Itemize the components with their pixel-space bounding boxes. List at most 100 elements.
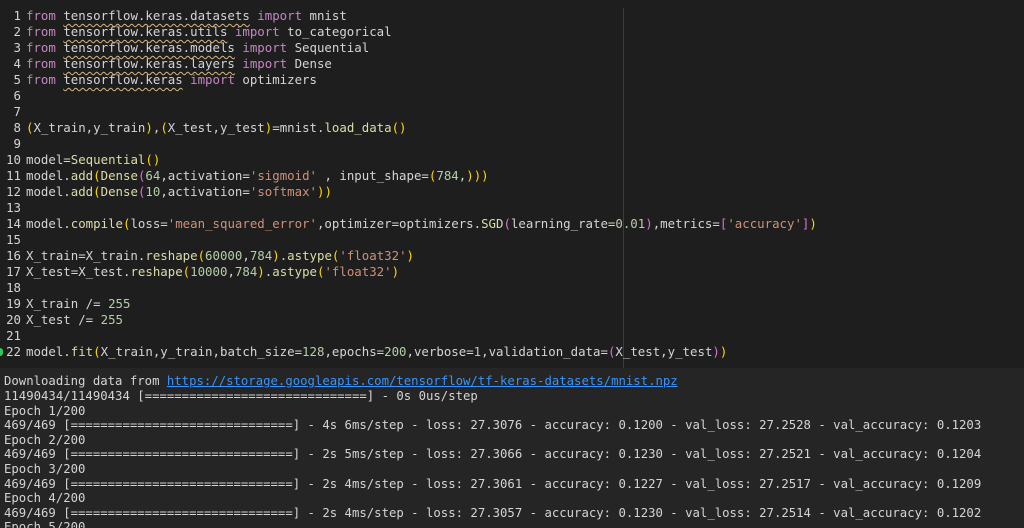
code-text: from tensorflow.keras.models import Sequ…: [21, 40, 369, 56]
code-token: ): [145, 120, 153, 135]
code-editor[interactable]: 1 from tensorflow.keras.datasets import m…: [0, 0, 1024, 368]
code-line[interactable]: 7: [0, 104, 26, 120]
code-token: model.: [26, 216, 71, 231]
code-token: ,optimizer=optimizers.: [316, 216, 482, 231]
code-line[interactable]: 1 from tensorflow.keras.datasets import m…: [0, 8, 347, 24]
code-token: model.: [26, 168, 71, 183]
code-token: ,verbose=: [406, 344, 474, 359]
code-text: model=Sequential(): [21, 152, 160, 168]
code-token: 'float32': [339, 248, 407, 263]
code-token: (: [160, 120, 168, 135]
code-token: ,activation=: [160, 168, 250, 183]
code-token: ): [257, 264, 265, 279]
code-token: from: [26, 8, 56, 23]
code-token: astype: [287, 248, 332, 263]
code-token: ))): [466, 168, 489, 183]
code-line[interactable]: 2 from tensorflow.keras.utils import to_c…: [0, 24, 392, 40]
line-number: 2: [13, 24, 21, 39]
code-line[interactable]: 10 model=Sequential(): [0, 152, 160, 168]
code-text: X_train=X_train.reshape(60000,784).astyp…: [21, 248, 414, 264]
code-line[interactable]: 8 (X_train,y_train),(X_test,y_test)=mnist…: [0, 120, 407, 136]
code-token: X_test,y_test: [615, 344, 713, 359]
output-line: 11490434/11490434 [=====================…: [4, 389, 478, 403]
code-token: import: [190, 72, 235, 87]
code-token: load_data: [324, 120, 392, 135]
code-token: ,validation_data=: [481, 344, 608, 359]
download-link[interactable]: https://storage.googleapis.com/tensorflo…: [167, 374, 678, 388]
code-token: import: [242, 56, 288, 71]
code-line[interactable]: 16 X_train=X_train.reshape(60000,784).ast…: [0, 248, 414, 264]
line-number: 10: [6, 152, 21, 167]
code-text: from tensorflow.keras.datasets import mn…: [21, 8, 347, 24]
code-line[interactable]: 19 X_train /= 255: [0, 296, 130, 312]
line-number: 21: [6, 328, 21, 343]
code-token: compile: [70, 216, 123, 231]
code-line[interactable]: 11 model.add(Dense(64,activation='sigmoid…: [0, 168, 489, 184]
code-text: from tensorflow.keras.utils import to_ca…: [21, 24, 392, 40]
code-token: import: [242, 40, 288, 55]
code-token: model.: [26, 184, 71, 199]
code-line[interactable]: 18: [0, 280, 26, 296]
code-line[interactable]: 17 X_test=X_test.reshape(10000,784).astyp…: [0, 264, 399, 280]
code-token: from: [26, 72, 56, 87]
code-line[interactable]: 9: [0, 136, 26, 152]
code-line[interactable]: 12 model.add(Dense(10,activation='softmax…: [0, 184, 332, 200]
line-number: 4: [13, 56, 21, 71]
code-token: )): [317, 184, 332, 199]
line-number: 8: [13, 120, 21, 135]
code-token: X_train /=: [26, 296, 109, 311]
code-token: from: [26, 56, 56, 71]
code-text: from tensorflow.keras import optimizers: [21, 72, 317, 88]
line-number: 11: [6, 168, 21, 183]
code-line[interactable]: 22 model.fit(X_train,y_train,batch_size=1…: [0, 344, 727, 360]
code-text: X_test /= 255: [21, 312, 123, 328]
code-token: ): [406, 248, 414, 263]
output-line: Epoch 3/200: [4, 462, 86, 476]
line-number: 17: [6, 264, 21, 279]
code-text: model.add(Dense(10,activation='softmax')…: [21, 184, 332, 200]
code-line[interactable]: 14 model.compile (loss='mean_squared_error…: [0, 216, 817, 232]
code-token: import: [234, 24, 280, 39]
code-token: 200: [384, 344, 407, 359]
code-token: ,: [242, 248, 250, 263]
code-token: (): [391, 120, 407, 135]
line-number: 16: [6, 248, 21, 263]
output-line: 469/469 [==============================]…: [4, 418, 982, 433]
code-line[interactable]: 20 X_test /= 255: [0, 312, 123, 328]
code-line[interactable]: 5 from tensorflow.keras import optimizers: [0, 72, 317, 88]
code-line[interactable]: 21: [0, 328, 26, 344]
code-token: X_train=X_train.: [26, 248, 146, 263]
code-text: model.fit(X_train,y_train,batch_size=128…: [21, 344, 727, 360]
code-line[interactable]: 3 from tensorflow.keras.models import Seq…: [0, 40, 370, 56]
code-token: Dense: [100, 184, 138, 199]
code-token: astype: [272, 264, 317, 279]
line-number: 3: [13, 40, 21, 55]
line-number: 14: [6, 216, 21, 231]
line-number: 20: [6, 312, 21, 327]
code-line[interactable]: 4 from tensorflow.keras.layers import Den…: [0, 56, 332, 72]
code-token: ): [645, 216, 653, 231]
code-token: loss=: [130, 216, 168, 231]
code-token: tensorflow.keras.models: [63, 40, 235, 55]
code-line[interactable]: 13: [0, 200, 26, 216]
code-line[interactable]: 6: [0, 88, 26, 104]
code-token: Sequential: [287, 40, 370, 55]
code-token: 128: [302, 344, 325, 359]
output-line: Epoch 4/200: [4, 491, 86, 506]
code-token: 'float32': [324, 264, 392, 279]
download-line: Downloading data from https://storage.go…: [4, 374, 678, 389]
code-token: ): [712, 344, 720, 359]
output-line: Epoch 2/200: [4, 432, 86, 447]
code-text: model.compile (loss='mean_squared_error',…: [21, 216, 817, 232]
output-panel[interactable]: Downloading data from https://storage.go…: [0, 368, 1024, 528]
output-line: 469/469 [==============================]…: [4, 476, 982, 491]
code-token: model=: [26, 152, 71, 167]
code-token: (: [93, 344, 101, 359]
code-token: tensorflow.keras.layers: [63, 56, 235, 71]
code-token: learning_rate=: [510, 216, 616, 231]
output-line: 469/469 [==============================]…: [4, 505, 982, 520]
code-token: 'accuracy': [727, 216, 802, 231]
code-line[interactable]: 15: [0, 232, 26, 248]
code-token: 60000: [205, 248, 243, 263]
